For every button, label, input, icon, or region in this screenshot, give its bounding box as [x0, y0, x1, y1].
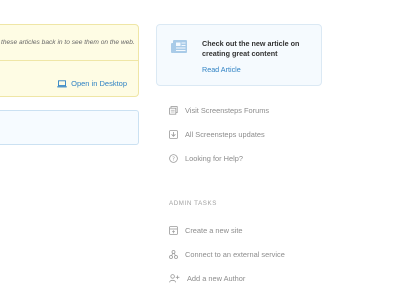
forum-icon [169, 106, 178, 115]
site-icon [169, 226, 178, 235]
forums-link[interactable]: Visit Screensteps Forums [169, 106, 269, 115]
connect-icon [169, 250, 178, 259]
add-author-label: Add a new Author [187, 274, 246, 283]
article-icon [170, 39, 190, 60]
create-site-link[interactable]: Create a new site [169, 226, 243, 235]
notice-text: these articles back in to see them on th… [1, 39, 135, 46]
admin-tasks-heading: ADMIN TASKS [169, 200, 217, 207]
forums-link-label: Visit Screensteps Forums [185, 106, 270, 115]
updates-link-label: All Screensteps updates [185, 130, 265, 139]
svg-text:?: ? [172, 156, 175, 162]
connect-service-label: Connect to an external service [185, 250, 285, 259]
add-author-icon [169, 274, 180, 283]
article-title: Check out the new article on creating gr… [202, 39, 300, 58]
desktop-notice: these articles back in to see them on th… [0, 24, 139, 97]
open-in-desktop-label: Open in Desktop [71, 79, 127, 88]
desktop-icon [57, 79, 67, 88]
help-link-label: Looking for Help? [185, 154, 243, 163]
help-icon: ? [169, 154, 178, 163]
help-link[interactable]: ? Looking for Help? [169, 154, 243, 163]
updates-icon [169, 130, 178, 139]
add-author-link[interactable]: Add a new Author [169, 274, 245, 283]
read-article-link[interactable]: Read Article [202, 65, 241, 74]
updates-link[interactable]: All Screensteps updates [169, 130, 265, 139]
create-site-label: Create a new site [185, 226, 243, 235]
article-promo-card: Check out the new article on creating gr… [156, 24, 322, 86]
info-panel [0, 110, 139, 145]
notice-divider [0, 60, 138, 61]
open-in-desktop-link[interactable]: Open in Desktop [57, 79, 127, 88]
connect-service-link[interactable]: Connect to an external service [169, 250, 285, 259]
